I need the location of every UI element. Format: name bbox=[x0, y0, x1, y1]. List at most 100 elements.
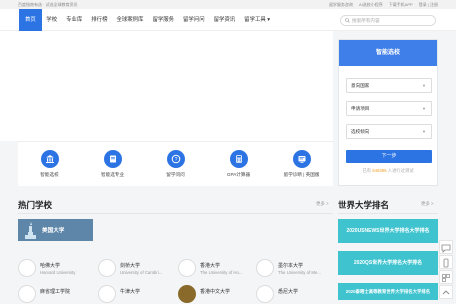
diagnosis-icon bbox=[292, 150, 311, 168]
float-qrcode-button[interactable] bbox=[439, 270, 453, 284]
nav-item-qa[interactable]: 留学问问 bbox=[179, 9, 210, 31]
quick-link-gpa[interactable]: GPA计算器 bbox=[209, 142, 269, 186]
top-bar: 百度指南有选 · 试选全球教育资讯 留学服务咨询 AI选校小程序 下载手机APP… bbox=[0, 0, 456, 9]
search-placeholder: 搜索所有内容 bbox=[352, 17, 380, 23]
quick-link-label: 智能选校 bbox=[40, 172, 59, 177]
hot-schools-title: 热门学校 bbox=[18, 200, 53, 210]
float-chat-button[interactable] bbox=[439, 240, 453, 254]
top-link-miniprogram[interactable]: AI选校小程序 bbox=[359, 2, 383, 8]
nav-item-majors[interactable]: 专业库 bbox=[62, 9, 87, 31]
hero-banner[interactable] bbox=[0, 31, 333, 141]
nav-item-tools[interactable]: 留学工具 ▾ bbox=[240, 9, 275, 31]
school-logo bbox=[178, 285, 196, 303]
school-english-name: The University of Me... bbox=[278, 270, 321, 275]
quick-link-label: GPA计算器 bbox=[226, 172, 251, 177]
world-rankings-title: 世界大学排名 bbox=[338, 200, 390, 210]
school-name: 墨尔本大学 bbox=[278, 263, 304, 269]
country-select[interactable]: 意向国家 ▼ bbox=[346, 78, 432, 93]
school-name: 牛津大学 bbox=[120, 289, 141, 295]
nav-item-home[interactable]: 首页 bbox=[19, 9, 42, 31]
nav-item-schools[interactable]: 学校 bbox=[42, 9, 62, 31]
school-item-cambridge[interactable]: 剑桥大学 University of Cambri... bbox=[98, 258, 176, 278]
quick-link-smart-school[interactable]: 智能选校 bbox=[20, 142, 80, 186]
search-input[interactable]: 搜索所有内容 bbox=[340, 15, 436, 26]
next-step-button[interactable]: 下一步 bbox=[346, 150, 432, 163]
nav-item-news[interactable]: 留学资讯 bbox=[209, 9, 240, 31]
test-count-prefix: 已有 bbox=[362, 168, 373, 173]
school-item-mit[interactable]: 麻省理工学院 bbox=[18, 284, 96, 304]
school-name: 麻省理工学院 bbox=[40, 289, 71, 295]
nav-item-services[interactable]: 留学服务 bbox=[148, 9, 179, 31]
top-bar-slogan: 百度指南有选 · 试选全球教育资讯 bbox=[18, 2, 78, 7]
school-english-name: Harvard University bbox=[40, 270, 76, 275]
test-count-text: 已有 546395 人进行过测试 bbox=[339, 168, 437, 174]
program-select-value: 申请项目 bbox=[351, 106, 370, 111]
school-name: 香港大学 bbox=[200, 263, 221, 269]
main-nav: 首页 学校 专业库 排行榜 全球案例库 留学服务 留学问问 留学资讯 留学工具 … bbox=[0, 9, 456, 31]
quick-link-diagnosis[interactable]: 留学诊断 | 英国版 bbox=[272, 142, 332, 186]
school-icon bbox=[40, 150, 59, 168]
statue-of-liberty-icon bbox=[25, 222, 36, 239]
book-icon bbox=[103, 150, 122, 168]
school-logo bbox=[18, 285, 36, 303]
school-item-melbourne[interactable]: 墨尔本大学 The University of Me... bbox=[256, 258, 334, 278]
school-logo bbox=[256, 285, 274, 303]
school-logo bbox=[98, 285, 116, 303]
float-top-button[interactable] bbox=[439, 285, 453, 299]
school-english-name: The University of Ho... bbox=[200, 270, 243, 275]
chevron-down-icon: ▼ bbox=[422, 83, 426, 88]
school-item-harvard[interactable]: 哈佛大学 Harvard University bbox=[18, 258, 96, 278]
school-name: 剑桥大学 bbox=[120, 263, 141, 269]
top-link-login-register[interactable]: 登录 | 注册 bbox=[419, 2, 438, 8]
hot-school-grid: 哈佛大学 Harvard University 剑桥大学 University … bbox=[18, 258, 334, 303]
nav-item-rankings[interactable]: 排行榜 bbox=[87, 9, 112, 31]
arrow-up-icon bbox=[442, 290, 450, 295]
svg-text:?: ? bbox=[174, 157, 177, 163]
school-logo bbox=[256, 259, 274, 277]
country-select-value: 意向国家 bbox=[351, 83, 370, 88]
hot-schools-more-link[interactable]: 更多 > bbox=[316, 201, 329, 207]
test-count-suffix: 人进行过测试 bbox=[386, 168, 414, 173]
ranking-item-the[interactable]: 2020泰晤士高等教育世界大学排名大学排名 bbox=[338, 283, 438, 300]
school-item-sydney[interactable]: 悉尼大学 bbox=[256, 284, 334, 304]
qrcode-icon bbox=[442, 274, 450, 282]
question-icon: ? bbox=[166, 150, 185, 168]
top-link-download-app[interactable]: 下载手机APP bbox=[389, 2, 413, 8]
search-icon bbox=[345, 18, 350, 23]
top-bar-links: 留学服务咨询 AI选校小程序 下载手机APP 登录 | 注册 bbox=[329, 2, 438, 8]
tab-us-universities-label: 美国大学 bbox=[42, 228, 65, 234]
program-select[interactable]: 申请项目 ▼ bbox=[346, 101, 432, 116]
ranking-item-usnews[interactable]: 2020USNEWS世界大学排名大学排名 bbox=[338, 219, 438, 243]
nav-item-cases[interactable]: 全球案例库 bbox=[112, 9, 148, 31]
divider bbox=[18, 213, 333, 214]
test-count-value: 546395 bbox=[372, 168, 387, 173]
world-rankings-more-link[interactable]: 更多 > bbox=[421, 201, 434, 207]
tendency-select-value: 选校倾向 bbox=[351, 129, 370, 134]
tendency-select[interactable]: 选校倾向 ▼ bbox=[346, 124, 432, 139]
quick-link-label: 留学问问 bbox=[166, 172, 185, 177]
tab-us-universities[interactable]: 美国大学 bbox=[18, 219, 93, 241]
ranking-item-qs[interactable]: 2020QS世界大学排名大学排名 bbox=[338, 251, 438, 275]
school-english-name: University of Cambri... bbox=[120, 270, 163, 275]
quick-link-smart-major[interactable]: 智能选专业 bbox=[83, 142, 143, 186]
divider bbox=[338, 213, 438, 214]
school-logo bbox=[178, 259, 196, 277]
phone-icon bbox=[443, 258, 449, 268]
chevron-down-icon: ▾ bbox=[267, 17, 270, 23]
quick-link-label: 留学诊断 | 英国版 bbox=[283, 172, 320, 177]
quick-links: 智能选校 智能选专业 ? 留学问问 GPA计算器 留学诊断 | 英国版 bbox=[18, 141, 333, 186]
smart-school-panel: 智能选校 意向国家 ▼ 申请项目 ▼ 选校倾向 ▼ 下一步 已有 546395 … bbox=[338, 39, 438, 186]
top-link-consult[interactable]: 留学服务咨询 bbox=[329, 2, 353, 8]
school-name: 哈佛大学 bbox=[40, 263, 61, 269]
school-item-oxford[interactable]: 牛津大学 bbox=[98, 284, 176, 304]
school-item-cuhk[interactable]: 香港中文大学 bbox=[178, 284, 256, 304]
calculator-icon bbox=[229, 150, 248, 168]
chevron-down-icon: ▼ bbox=[422, 129, 426, 134]
school-item-hku[interactable]: 香港大学 The University of Ho... bbox=[178, 258, 256, 278]
quick-link-qa[interactable]: ? 留学问问 bbox=[146, 142, 206, 186]
nav-item-tools-label: 留学工具 bbox=[244, 17, 266, 23]
school-name: 悉尼大学 bbox=[278, 289, 299, 295]
float-phone-button[interactable] bbox=[439, 255, 453, 269]
quick-link-label: 智能选专业 bbox=[101, 172, 124, 177]
smart-school-title: 智能选校 bbox=[339, 40, 437, 66]
